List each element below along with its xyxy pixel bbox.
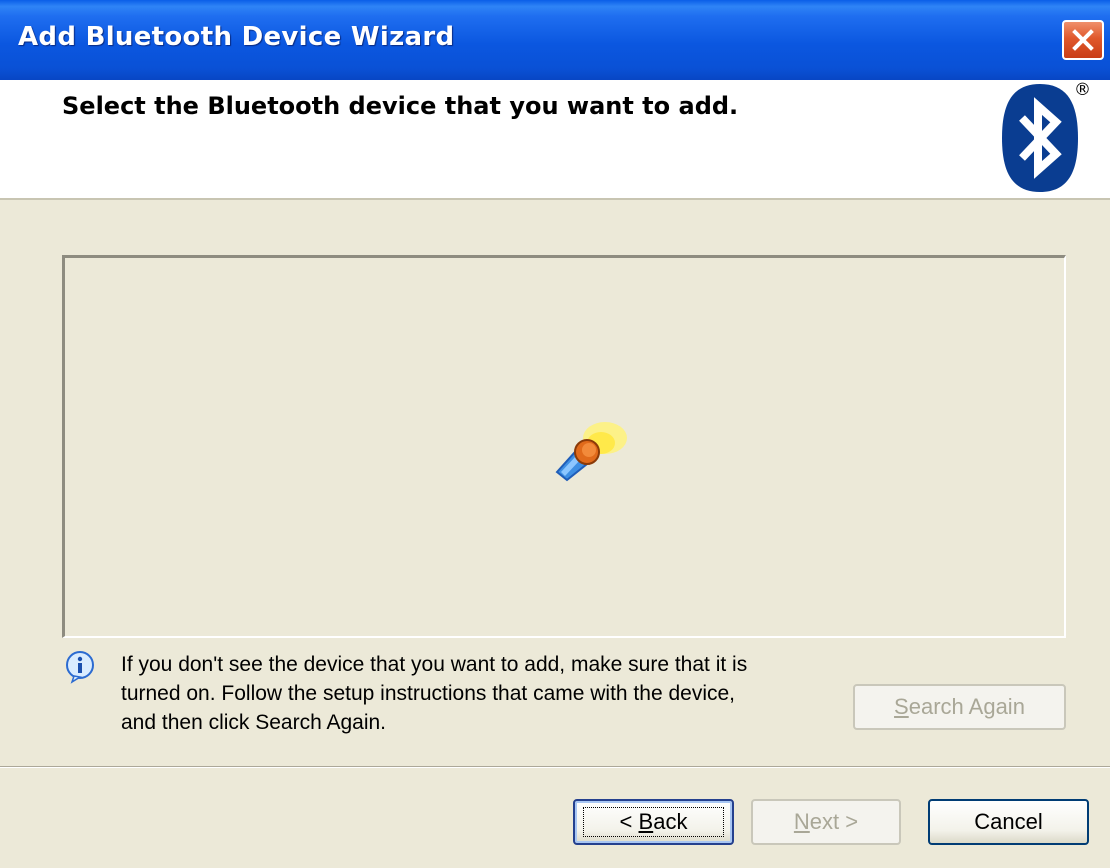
info-icon <box>66 651 94 684</box>
info-message: If you don't see the device that you wan… <box>121 650 851 737</box>
wizard-window: Add Bluetooth Device Wizard Select the B… <box>0 0 1110 868</box>
info-line: and then click Search Again. <box>121 711 387 734</box>
footer-divider <box>0 766 1110 768</box>
info-line: turned on. Follow the setup instructions… <box>121 682 735 705</box>
wizard-header: Select the Bluetooth device that you wan… <box>0 80 1110 200</box>
registered-mark: ® <box>1074 80 1091 100</box>
focus-rectangle <box>583 807 724 837</box>
next-label: ext > <box>809 809 859 834</box>
next-button[interactable]: Next > <box>751 799 901 845</box>
window-title: Add Bluetooth Device Wizard <box>18 22 455 52</box>
next-mnemonic: N <box>793 809 810 834</box>
title-bar[interactable]: Add Bluetooth Device Wizard <box>0 0 1110 80</box>
page-title: Select the Bluetooth device that you wan… <box>62 92 739 120</box>
search-again-button[interactable]: Search Again <box>853 684 1066 730</box>
cancel-label: Cancel <box>974 809 1043 834</box>
close-icon <box>1072 29 1094 51</box>
search-again-mnemonic: S <box>894 694 909 719</box>
bluetooth-logo-icon <box>1002 84 1078 192</box>
close-button[interactable] <box>1062 20 1104 60</box>
searching-flashlight-icon <box>555 422 627 482</box>
info-line: If you don't see the device that you wan… <box>121 653 748 676</box>
back-button[interactable]: < Back <box>573 799 734 845</box>
cancel-button[interactable]: Cancel <box>928 799 1089 845</box>
device-list[interactable] <box>62 255 1066 638</box>
search-again-label: earch Again <box>908 694 1025 719</box>
